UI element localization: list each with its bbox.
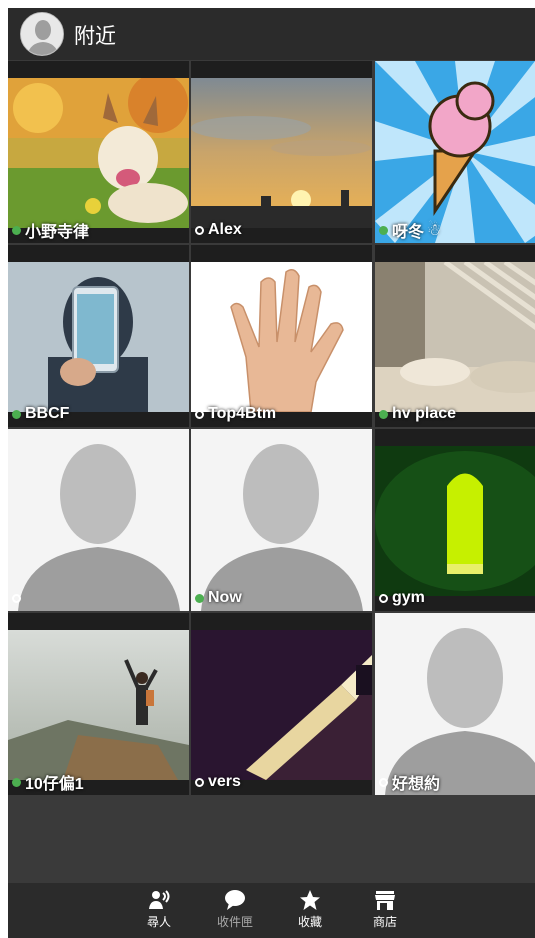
app-window: 附近 小野寺律 Alex 呀冬 ☃ BBCF Top4Btm hv place …: [8, 8, 535, 938]
user-card[interactable]: [8, 429, 189, 611]
user-caption: gym: [375, 585, 535, 611]
user-photo: [8, 630, 189, 780]
user-card[interactable]: vers: [191, 613, 372, 795]
user-caption: Now: [191, 585, 372, 611]
user-caption: [8, 585, 189, 611]
offline-status-dot: [195, 225, 204, 235]
user-photo: [375, 446, 535, 596]
user-caption: 10仔偏1: [8, 769, 189, 795]
user-name: Now: [208, 589, 242, 606]
user-card[interactable]: 呀冬 ☃: [375, 61, 535, 243]
bottom-navigation: 尋人 收件匣 收藏 商店: [8, 883, 535, 938]
page-title: 附近: [74, 25, 116, 48]
nav-label: 收藏: [297, 915, 322, 929]
user-photo: [375, 262, 535, 412]
nav-label: 尋人: [146, 915, 171, 929]
user-card[interactable]: 小野寺律: [8, 61, 189, 243]
default-avatar-icon: [375, 613, 535, 795]
user-name: Top4Btm: [208, 405, 277, 422]
offline-status-dot: [195, 409, 204, 419]
offline-status-dot: [12, 593, 21, 603]
user-photo: [8, 262, 189, 412]
offline-status-dot: [379, 777, 388, 787]
nav-find-people[interactable]: 尋人: [129, 889, 189, 930]
user-card[interactable]: Top4Btm: [191, 245, 372, 427]
user-caption: 好想約: [375, 769, 535, 795]
offline-status-dot: [195, 777, 204, 787]
store-icon: [375, 891, 395, 910]
user-caption: hv place: [375, 401, 535, 427]
online-status-dot: [195, 593, 204, 603]
online-status-dot: [12, 777, 21, 787]
user-caption: 呀冬 ☃: [375, 217, 535, 243]
online-status-dot: [379, 409, 388, 419]
nav-favorites[interactable]: 收藏: [280, 889, 340, 930]
user-photo: [191, 78, 372, 228]
default-avatar-icon: [21, 13, 63, 55]
user-caption: 小野寺律: [8, 217, 189, 243]
user-card[interactable]: BBCF: [8, 245, 189, 427]
user-name: 小野寺律: [25, 224, 90, 241]
user-photo: [191, 630, 372, 780]
user-card[interactable]: gym: [375, 429, 535, 611]
profile-avatar[interactable]: [20, 12, 64, 56]
user-card[interactable]: 10仔偏1: [8, 613, 189, 795]
user-name: BBCF: [25, 405, 70, 422]
user-name: 10仔偏1: [25, 776, 84, 793]
user-name: vers: [208, 773, 241, 790]
user-card[interactable]: Alex: [191, 61, 372, 243]
user-caption: Top4Btm: [191, 401, 372, 427]
user-card[interactable]: hv place: [375, 245, 535, 427]
user-photo: [8, 78, 189, 228]
star-icon: [300, 890, 320, 910]
user-name: Alex: [208, 221, 242, 238]
nav-inbox[interactable]: 收件匣: [205, 889, 265, 930]
user-name: gym: [392, 589, 425, 606]
default-avatar-icon: [191, 429, 372, 611]
online-status-dot: [379, 225, 388, 235]
snowman-icon: ☃: [427, 222, 442, 239]
user-name: 好想約: [392, 776, 441, 793]
user-photo: [191, 262, 372, 412]
online-status-dot: [12, 409, 21, 419]
online-status-dot: [12, 225, 21, 235]
chat-bubble-icon: [225, 890, 245, 910]
user-caption: vers: [191, 769, 372, 795]
nav-store[interactable]: 商店: [355, 889, 415, 930]
user-photo: [375, 61, 535, 243]
user-name: hv place: [392, 405, 457, 422]
nav-label: 收件匣: [216, 915, 253, 929]
user-caption: Alex: [191, 217, 372, 243]
user-name: 呀冬: [392, 224, 425, 241]
user-card[interactable]: Now: [191, 429, 372, 611]
default-avatar-icon: [8, 429, 189, 611]
user-caption: BBCF: [8, 401, 189, 427]
nav-label: 商店: [372, 915, 397, 929]
offline-status-dot: [379, 593, 388, 603]
user-card[interactable]: 好想約: [375, 613, 535, 795]
top-bar: 附近: [8, 8, 535, 60]
person-wave-icon: [149, 890, 170, 909]
